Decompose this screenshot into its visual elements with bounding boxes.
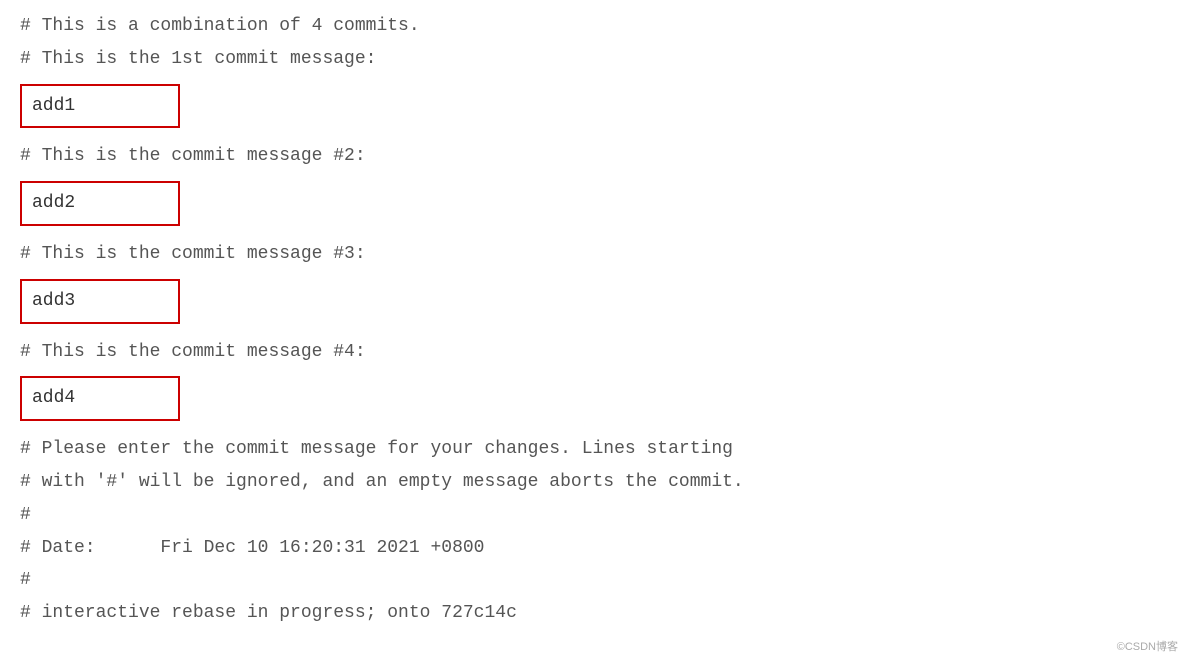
watermark: ©CSDN博客: [1117, 638, 1178, 654]
commit-label-4: add4: [32, 388, 75, 408]
header-line2: # This is the 1st commit message:: [20, 43, 1164, 76]
commit4-comment: # This is the commit message #4:: [20, 336, 1164, 369]
footer-line3: #: [20, 499, 1164, 532]
commit-box-4[interactable]: add4: [20, 376, 180, 421]
commit-label-2: add2: [32, 193, 75, 213]
footer-line5: #: [20, 564, 1164, 597]
commit-label-1: add1: [32, 96, 75, 116]
commit-box-2[interactable]: add2: [20, 181, 180, 226]
footer-line1: # Please enter the commit message for yo…: [20, 433, 1164, 466]
code-editor: # This is a combination of 4 commits. # …: [20, 10, 1164, 630]
commit3-comment: # This is the commit message #3:: [20, 238, 1164, 271]
commit-box-1[interactable]: add1: [20, 84, 180, 129]
commit-box-3[interactable]: add3: [20, 279, 180, 324]
header-line1: # This is a combination of 4 commits.: [20, 10, 1164, 43]
footer-line4: # Date: Fri Dec 10 16:20:31 2021 +0800: [20, 532, 1164, 565]
commit2-comment: # This is the commit message #2:: [20, 140, 1164, 173]
footer-line6: # interactive rebase in progress; onto 7…: [20, 597, 1164, 630]
commit-label-3: add3: [32, 291, 75, 311]
footer-line2: # with '#' will be ignored, and an empty…: [20, 466, 1164, 499]
